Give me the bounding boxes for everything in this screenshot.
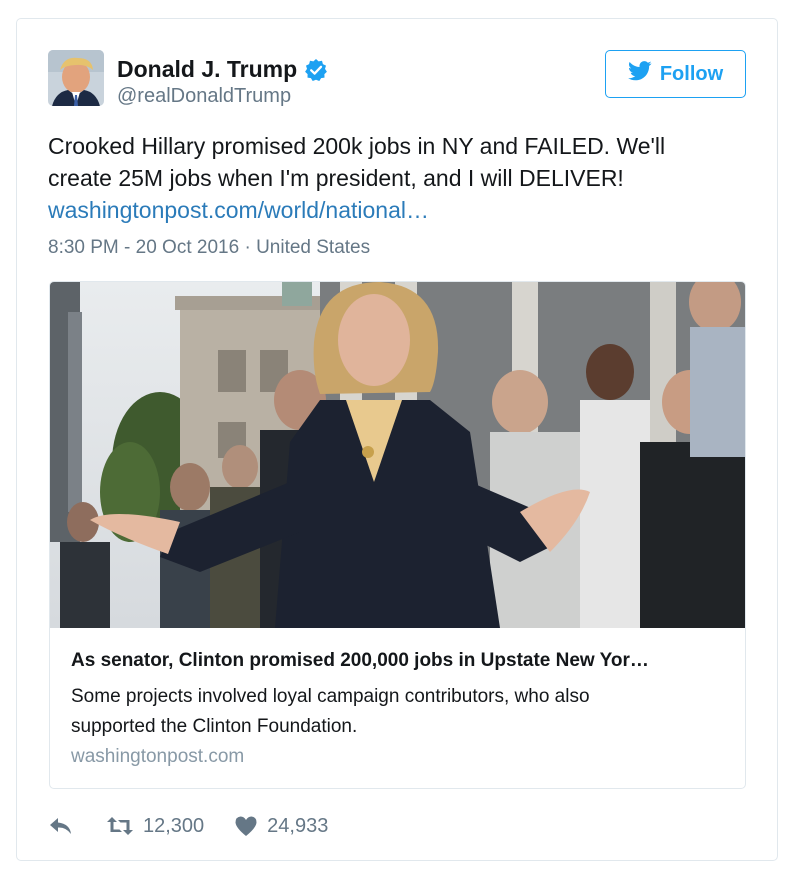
card-description-line: supported the Clinton Foundation. [71, 716, 358, 737]
tweet-link[interactable]: washingtonpost.com/world/national… [48, 194, 748, 226]
retweet-button[interactable]: 12,300 [106, 815, 204, 838]
author-name[interactable]: Donald J. Trump [117, 56, 328, 83]
retweet-count: 12,300 [143, 814, 205, 837]
retweet-icon [106, 815, 134, 837]
tweet-timestamp[interactable]: 8:30 PM - 20 Oct 2016 [48, 237, 239, 258]
follow-button[interactable]: Follow [605, 50, 746, 98]
reply-button[interactable] [48, 815, 74, 837]
card-domain: washingtonpost.com [71, 746, 245, 767]
card-description: Some projects involved loyal campaign co… [71, 682, 711, 742]
meta-separator: · [244, 237, 251, 258]
card-title: As senator, Clinton promised 200,000 job… [71, 650, 649, 671]
tweet-text: Crooked Hillary promised 200k jobs in NY… [48, 130, 748, 226]
tweet-meta: 8:30 PM - 20 Oct 2016 · United States [48, 237, 370, 259]
author-avatar[interactable] [48, 50, 104, 106]
tweet-actions: 12,300 24,933 [48, 811, 328, 841]
tweet-card: Donald J. Trump @realDonaldTrump Follow … [16, 18, 778, 861]
like-count: 24,933 [267, 814, 329, 837]
heart-icon [234, 815, 258, 837]
like-button[interactable]: 24,933 [234, 815, 328, 838]
tweet-location[interactable]: United States [256, 237, 370, 258]
verified-badge-icon [304, 58, 328, 82]
card-image [50, 282, 745, 628]
link-preview-card[interactable]: As senator, Clinton promised 200,000 job… [49, 281, 746, 789]
follow-button-label: Follow [659, 62, 724, 85]
tweet-text-line: Crooked Hillary promised 200k jobs in NY… [48, 133, 666, 159]
twitter-bird-icon [627, 61, 652, 87]
reply-icon [48, 815, 74, 837]
card-description-line: Some projects involved loyal campaign co… [71, 686, 590, 707]
author-handle[interactable]: @realDonaldTrump [117, 85, 291, 108]
tweet-text-line: create 25M jobs when I'm president, and … [48, 165, 624, 191]
author-name-text: Donald J. Trump [117, 56, 298, 82]
